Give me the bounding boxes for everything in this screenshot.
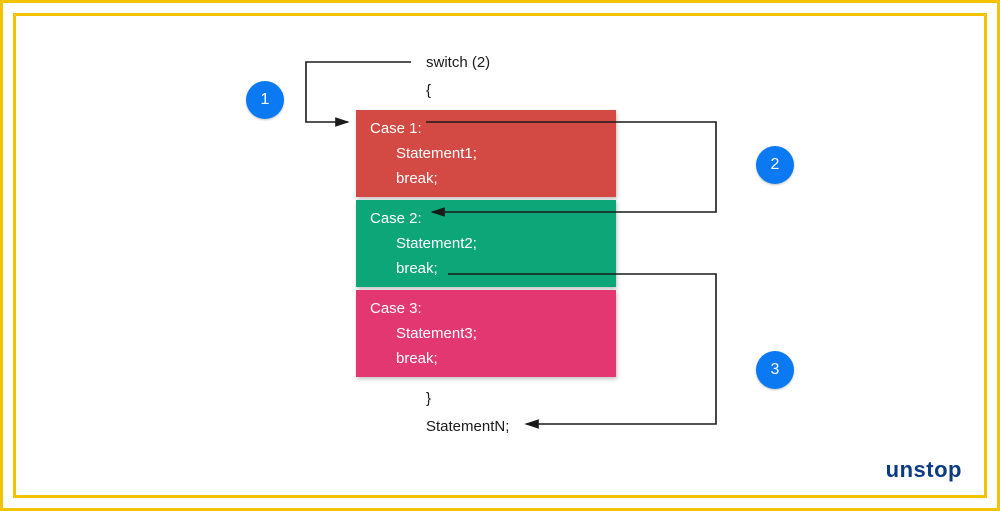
case-3-label: Case 3: [356,296,616,321]
case-2-label: Case 2: [356,206,616,231]
case-1-statement: Statement1; [356,141,616,166]
case-block-1: Case 1: Statement1; break; [356,110,616,197]
case-3-statement: Statement3; [356,321,616,346]
diagram-stage: switch (2) { Case 1: Statement1; break; … [16,16,984,495]
case-2-break: break; [356,256,616,281]
switch-statement: switch (2) [426,54,490,71]
open-brace: { [426,82,431,99]
logo-prefix: un [886,457,914,482]
case-block-3: Case 3: Statement3; break; [356,290,616,377]
step-badge-3: 3 [756,351,794,389]
inner-frame: switch (2) { Case 1: Statement1; break; … [13,13,987,498]
statement-n: StatementN; [426,418,509,435]
close-brace: } [426,390,431,407]
case-block-2: Case 2: Statement2; break; [356,200,616,287]
case-1-break: break; [356,166,616,191]
step-badge-1: 1 [246,81,284,119]
case-3-break: break; [356,346,616,371]
brand-logo: unstop [886,457,962,483]
case-1-label: Case 1: [356,116,616,141]
outer-frame: switch (2) { Case 1: Statement1; break; … [0,0,1000,511]
logo-suffix: stop [914,457,962,482]
step-badge-2: 2 [756,146,794,184]
case-2-statement: Statement2; [356,231,616,256]
